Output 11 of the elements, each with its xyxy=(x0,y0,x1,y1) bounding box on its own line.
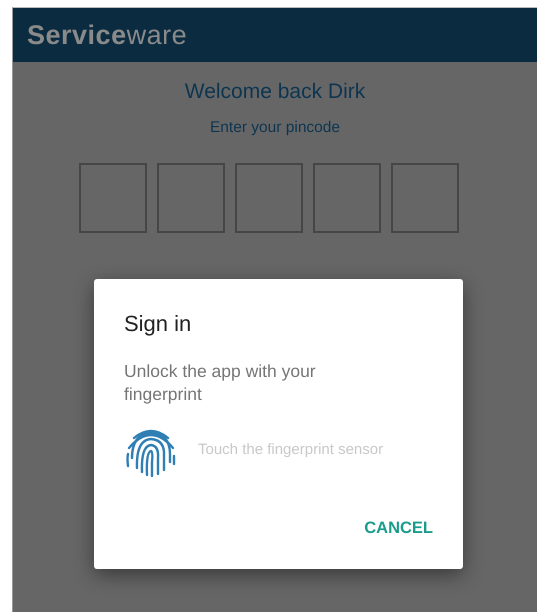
pin-digit-field[interactable] xyxy=(235,162,303,233)
dialog-title: Sign in xyxy=(124,310,192,338)
dialog-message: Unlock the app with your fingerprint xyxy=(124,360,317,406)
cancel-button[interactable]: CANCEL xyxy=(362,512,435,545)
pin-digit-field[interactable] xyxy=(313,162,381,233)
pincode-prompt: Enter your pincode xyxy=(208,118,342,138)
pin-digit-field[interactable] xyxy=(79,162,147,233)
pin-digit-field[interactable] xyxy=(391,162,459,233)
pin-digit-field[interactable] xyxy=(157,162,225,233)
brand-logo: Serviceware xyxy=(27,18,188,52)
welcome-heading: Welcome back Dirk xyxy=(184,79,366,105)
